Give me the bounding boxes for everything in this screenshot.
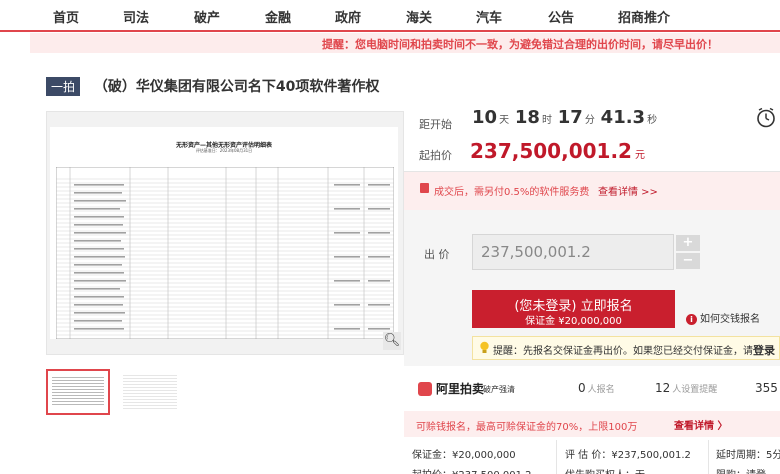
nav-item-home[interactable]: 首页 <box>53 7 79 26</box>
reminder-count-value: 12 <box>655 381 671 395</box>
document-subtitle: 评估基准日：2023年08月31日 <box>195 148 253 153</box>
brand-sub: 破产强清 <box>483 385 515 394</box>
nav-item-customs[interactable]: 海关 <box>406 7 432 26</box>
signup-button[interactable]: (您未登录) 立即报名 保证金 ¥20,000,000 <box>472 290 675 328</box>
start-price-label: 起拍价 <box>419 149 452 162</box>
bid-label: 出 价 <box>424 248 450 261</box>
countdown-timer: 10 天 18 时 17 分 41.3 秒 <box>472 107 659 128</box>
countdown-minutes-unit: 分 <box>584 115 595 126</box>
start-price-value: 237,500,001.2 <box>470 139 632 163</box>
countdown-hours: 18 <box>514 107 540 128</box>
item-title-row: 一拍 （破）华仪集团有限公司名下40项软件著作权 <box>46 76 380 96</box>
start-price-info: 起拍价：¥237,500,001.2 <box>412 466 532 474</box>
countdown-minutes: 17 <box>557 107 583 128</box>
bag-icon <box>420 183 429 193</box>
delay-info: 延时周期：5分 <box>716 450 780 461</box>
bid-decrease-button[interactable]: − <box>676 253 700 269</box>
time-notice-text: 提醒：您电脑时间和拍卖时间不一致，为避免错过合理的出价时间，请尽早出价！ <box>322 38 718 51</box>
nav-item-finance[interactable]: 金融 <box>265 7 291 26</box>
lightbulb-icon <box>480 341 489 353</box>
thumbnail-2-image <box>123 375 177 409</box>
thumbnail-1[interactable] <box>46 369 110 415</box>
reminder-count: 12 人设置提醒 <box>655 381 717 395</box>
priority-buyer-info: 优先购买权人：无 <box>565 466 645 474</box>
how-to-pay-label: 如何交钱报名 <box>700 314 760 325</box>
valuation-info: 评 估 价：¥237,500,001.2 <box>565 450 691 461</box>
nav-item-investment[interactable]: 招商推介 <box>618 7 670 26</box>
bid-amount-input[interactable] <box>472 234 674 270</box>
time-notice-bar: 提醒：您电脑时间和拍卖时间不一致，为避免错过合理的出价时间，请尽早出价！ <box>30 33 780 53</box>
item-title: （破）华仪集团有限公司名下40项软件著作权 <box>93 79 380 95</box>
info-icon: i <box>686 313 697 325</box>
login-tip-text: 提醒：先报名交保证金再出价。如果您已经交付保证金，请登录 <box>493 342 775 358</box>
countdown-days: 10 <box>472 107 498 128</box>
how-to-pay-link[interactable]: i 如何交钱报名 <box>686 310 760 325</box>
top-nav: 首页 司法 破产 金融 政府 海关 汽车 公告 招商推介 <box>0 0 780 32</box>
nav-item-judicial[interactable]: 司法 <box>123 7 149 26</box>
countdown-label: 距开始 <box>419 118 452 131</box>
signup-count-value: 0 <box>578 381 586 395</box>
countdown-seconds: 41.3 <box>600 107 646 128</box>
loan-details-link[interactable]: 查看详情 〉 <box>674 417 727 432</box>
view-count-value: 355 <box>755 381 778 395</box>
nav-item-announcement[interactable]: 公告 <box>548 7 574 26</box>
signup-count-label: 人报名 <box>587 385 615 395</box>
login-tip-message: 提醒：先报名交保证金再出价。如果您已经交付保证金，请 <box>493 346 753 357</box>
login-tip: 提醒：先报名交保证金再出价。如果您已经交付保证金，请登录 <box>472 336 780 360</box>
zoom-icon[interactable]: 🔍︎ <box>383 332 401 350</box>
document-table-graphic <box>56 167 394 339</box>
round-tag: 一拍 <box>46 76 81 96</box>
document-image: 无形资产—其他无形资产评估明细表 评估基准日：2023年08月31日 <box>50 127 398 339</box>
info-divider-1 <box>556 440 557 474</box>
countdown-seconds-unit: 秒 <box>647 115 658 126</box>
nav-item-government[interactable]: 政府 <box>335 7 361 26</box>
alarm-clock-icon[interactable] <box>756 107 776 128</box>
thumbnail-1-image <box>52 377 104 407</box>
nav-item-bankruptcy[interactable]: 破产 <box>194 7 220 26</box>
brand-name: 阿里拍卖 <box>436 382 485 396</box>
thumbnail-2[interactable] <box>119 369 181 415</box>
bid-increase-button[interactable]: + <box>676 235 700 251</box>
signup-count: 0 人报名 <box>578 381 615 395</box>
deposit-info: 保证金：¥20,000,000 <box>412 450 516 461</box>
signup-deposit-label: 保证金 ¥20,000,000 <box>525 316 622 327</box>
start-price-unit: 元 <box>634 150 645 161</box>
view-count: 355 <box>755 381 778 395</box>
nav-item-auto[interactable]: 汽车 <box>476 7 502 26</box>
info-divider-2 <box>708 440 709 474</box>
reminder-count-label: 人设置提醒 <box>672 385 718 395</box>
loan-text: 可赊钱报名，最高可赊保证金的70%，上限100万 <box>416 422 638 433</box>
image-viewer[interactable]: 无形资产—其他无形资产评估明细表 评估基准日：2023年08月31日 🔍︎ <box>46 111 404 355</box>
service-fee-text: 成交后，需另付0.5%的软件服务费 <box>434 187 590 198</box>
start-price: 237,500,001.2 元 <box>470 139 645 163</box>
purchase-restriction-info: 限购：请登 <box>716 466 766 474</box>
login-link[interactable]: 登录 <box>753 344 775 357</box>
service-fee-row: 成交后，需另付0.5%的软件服务费 查看详情 >> <box>404 172 780 210</box>
service-fee-details-link[interactable]: 查看详情 >> <box>598 183 658 198</box>
countdown-days-unit: 天 <box>499 115 510 126</box>
countdown-hours-unit: 时 <box>541 115 552 126</box>
auction-logo-icon <box>418 382 432 396</box>
loan-row: 可赊钱报名，最高可赊保证金的70%，上限100万 查看详情 〉 <box>404 411 780 437</box>
